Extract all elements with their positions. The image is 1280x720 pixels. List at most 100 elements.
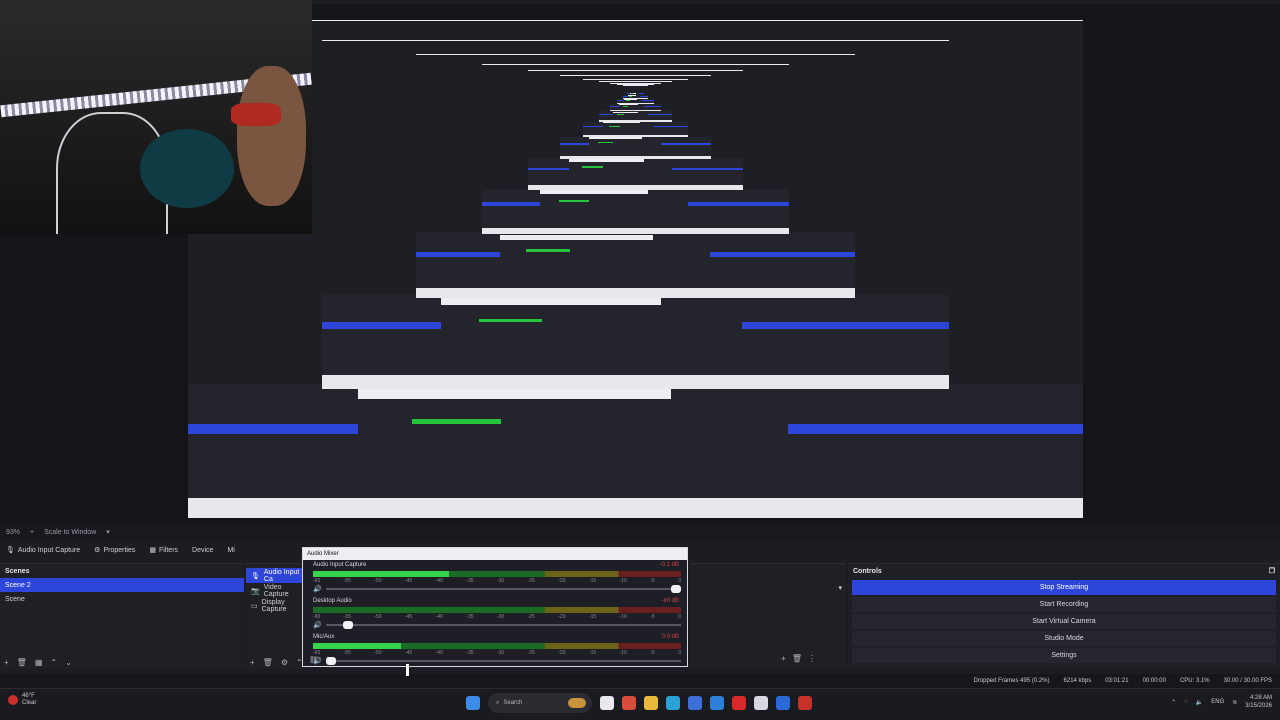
control-button-stop-streaming[interactable]: Stop Streaming (852, 580, 1276, 595)
control-button-start-virtual-camera[interactable]: Start Virtual Camera (852, 614, 1276, 629)
meter-tick-label: -15 (588, 614, 597, 620)
scene-label: Scene 2 (5, 581, 31, 589)
volume-slider[interactable]: 🔊 (313, 621, 681, 629)
obs-icon[interactable] (754, 696, 768, 710)
nested-meter (411, 418, 502, 424)
sources-dock: 🎙 Audio Input Ca 📷 Video Capture ▭ Display … (246, 563, 303, 669)
mic-icon: 🎙 (6, 547, 15, 554)
youtube-icon[interactable] (732, 696, 746, 710)
mute-label[interactable]: Mi (227, 547, 234, 554)
meter-tick-label: -30 (496, 578, 505, 584)
link-icon[interactable]: ⛓ (309, 656, 318, 664)
mixer-channels: Audio Input Capture -0.1 dB -60 -55 -50 -45 -4… (303, 560, 687, 668)
filters-button[interactable]: ▦ Filters (149, 546, 178, 555)
chevron-up-icon[interactable]: ⌃ (1171, 699, 1176, 706)
meter-tick-label: -50 (374, 614, 382, 620)
channel-name: Mic/Aux (313, 634, 335, 640)
properties-label: Properties (103, 546, 136, 554)
slider-track[interactable] (325, 585, 681, 593)
nested-taskbar (560, 155, 711, 159)
camera-icon: 📷 (251, 587, 260, 595)
nested-stop-button (648, 114, 673, 116)
system-clock[interactable]: 4:28 AM 3/15/2026 (1245, 694, 1272, 710)
gear-icon[interactable]: ⚙ (281, 658, 288, 667)
nested-scene-highlight (582, 126, 603, 128)
speaker-icon[interactable]: 🔊 (313, 621, 322, 629)
trash-icon[interactable]: 🗑 (792, 654, 802, 663)
float-icon[interactable]: ❐ (1269, 567, 1275, 575)
source-label: Audio Input Ca (263, 568, 300, 583)
control-button-studio-mode[interactable]: Studio Mode (852, 631, 1276, 646)
nested-scene-highlight (560, 143, 589, 145)
volume-icon[interactable]: 🔈 (1196, 699, 1203, 706)
scale-mode[interactable]: Scale to Window (44, 529, 96, 536)
language-indicator[interactable]: ENG (1211, 699, 1224, 705)
control-button-start-recording[interactable]: Start Recording (852, 597, 1276, 612)
nested-stop-button (672, 167, 743, 170)
meter-tick-label: -35 (466, 614, 474, 620)
meter-tick-label: 0 (678, 614, 681, 620)
nested-taskbar (188, 498, 1083, 518)
recorder-icon[interactable] (798, 696, 812, 710)
channel-db: 0.0 dB (661, 634, 679, 640)
volume-slider[interactable]: 🔊 (313, 657, 681, 665)
up-arrow-icon[interactable]: ⌃ (50, 658, 57, 667)
controls-button-list: Stop Streaming Start Recording Start Virtu… (848, 580, 1280, 663)
wifi-icon[interactable]: ≋ (1232, 699, 1237, 706)
add-icon[interactable]: + (4, 658, 9, 667)
meter-tick-label: -20 (558, 578, 566, 584)
nested-mixer-header (540, 190, 648, 194)
teddy-bear (237, 65, 306, 206)
source-item-audio-input[interactable]: 🎙 Audio Input Ca (246, 568, 302, 583)
meter-tick-label: -30 (496, 650, 505, 656)
meter-tick-label: -40 (435, 614, 443, 620)
control-button-settings[interactable]: Settings (852, 648, 1276, 663)
filter-icon[interactable]: ▦ (35, 658, 43, 667)
scene-transitions-dock: ▾ + 🗑 ⋮ (690, 563, 846, 669)
chrome-icon[interactable] (622, 696, 636, 710)
file-explorer-icon[interactable] (644, 696, 658, 710)
store-icon[interactable] (688, 696, 702, 710)
slider-track[interactable] (325, 621, 681, 629)
speaker-icon[interactable]: 🔊 (313, 585, 322, 593)
scene-item-scene-2[interactable]: Scene 2 (0, 578, 244, 592)
add-icon[interactable]: + (250, 658, 255, 667)
chevron-down-icon[interactable]: ▾ (838, 584, 842, 592)
nested-stop-button (687, 202, 789, 206)
trash-icon[interactable]: 🗑 (263, 658, 273, 667)
chevron-down-icon[interactable]: ▾ (106, 528, 110, 536)
taskbar-search[interactable]: ⌕ Search (488, 693, 592, 713)
properties-button[interactable]: ⚙ Properties (94, 546, 136, 555)
scene-item-scene[interactable]: Scene (0, 592, 244, 606)
more-icon[interactable]: ⋮ (808, 654, 816, 663)
source-item-display-capture[interactable]: ▭ Display Capture (246, 598, 302, 613)
edge-icon[interactable] (666, 696, 680, 710)
slider-knob[interactable] (671, 585, 681, 593)
gear-icon: ⚙ (94, 547, 101, 554)
down-arrow-icon[interactable]: ⌄ (65, 658, 72, 667)
network-icon[interactable]: ◌ (1184, 699, 1188, 705)
volume-slider[interactable]: 🔊 (313, 585, 681, 593)
preview-scale-bar: 93% + Scale to Window ▾ (0, 524, 1280, 540)
slider-knob[interactable] (342, 621, 353, 629)
meter-tick-label: -25 (527, 650, 535, 656)
mail-icon[interactable] (710, 696, 724, 710)
weather-widget[interactable]: 46°F Clear (8, 693, 36, 707)
nested-scene-highlight (322, 322, 442, 330)
task-view-icon[interactable] (600, 696, 614, 710)
plus-icon[interactable]: + (30, 529, 34, 536)
meter-tick-label: -15 (588, 578, 597, 584)
trash-icon[interactable]: 🗑 (17, 658, 27, 667)
add-icon[interactable]: + (781, 654, 786, 663)
zoom-level[interactable]: 93% (6, 529, 20, 536)
controls-dock: Controls ❐ Stop Streaming Start Recording S… (848, 563, 1280, 669)
nested-mixer-header (568, 159, 645, 162)
facebook-icon[interactable] (776, 696, 790, 710)
meter-tick-label: -10 (619, 650, 627, 656)
more-icon[interactable]: ⋮ (324, 656, 331, 664)
source-item-video-capture[interactable]: 📷 Video Capture (246, 583, 302, 598)
windows-start-icon[interactable] (466, 696, 480, 710)
meter-tick-label: -20 (558, 614, 566, 620)
slider-track[interactable] (325, 657, 681, 665)
source-label: Video Capture (263, 583, 289, 598)
